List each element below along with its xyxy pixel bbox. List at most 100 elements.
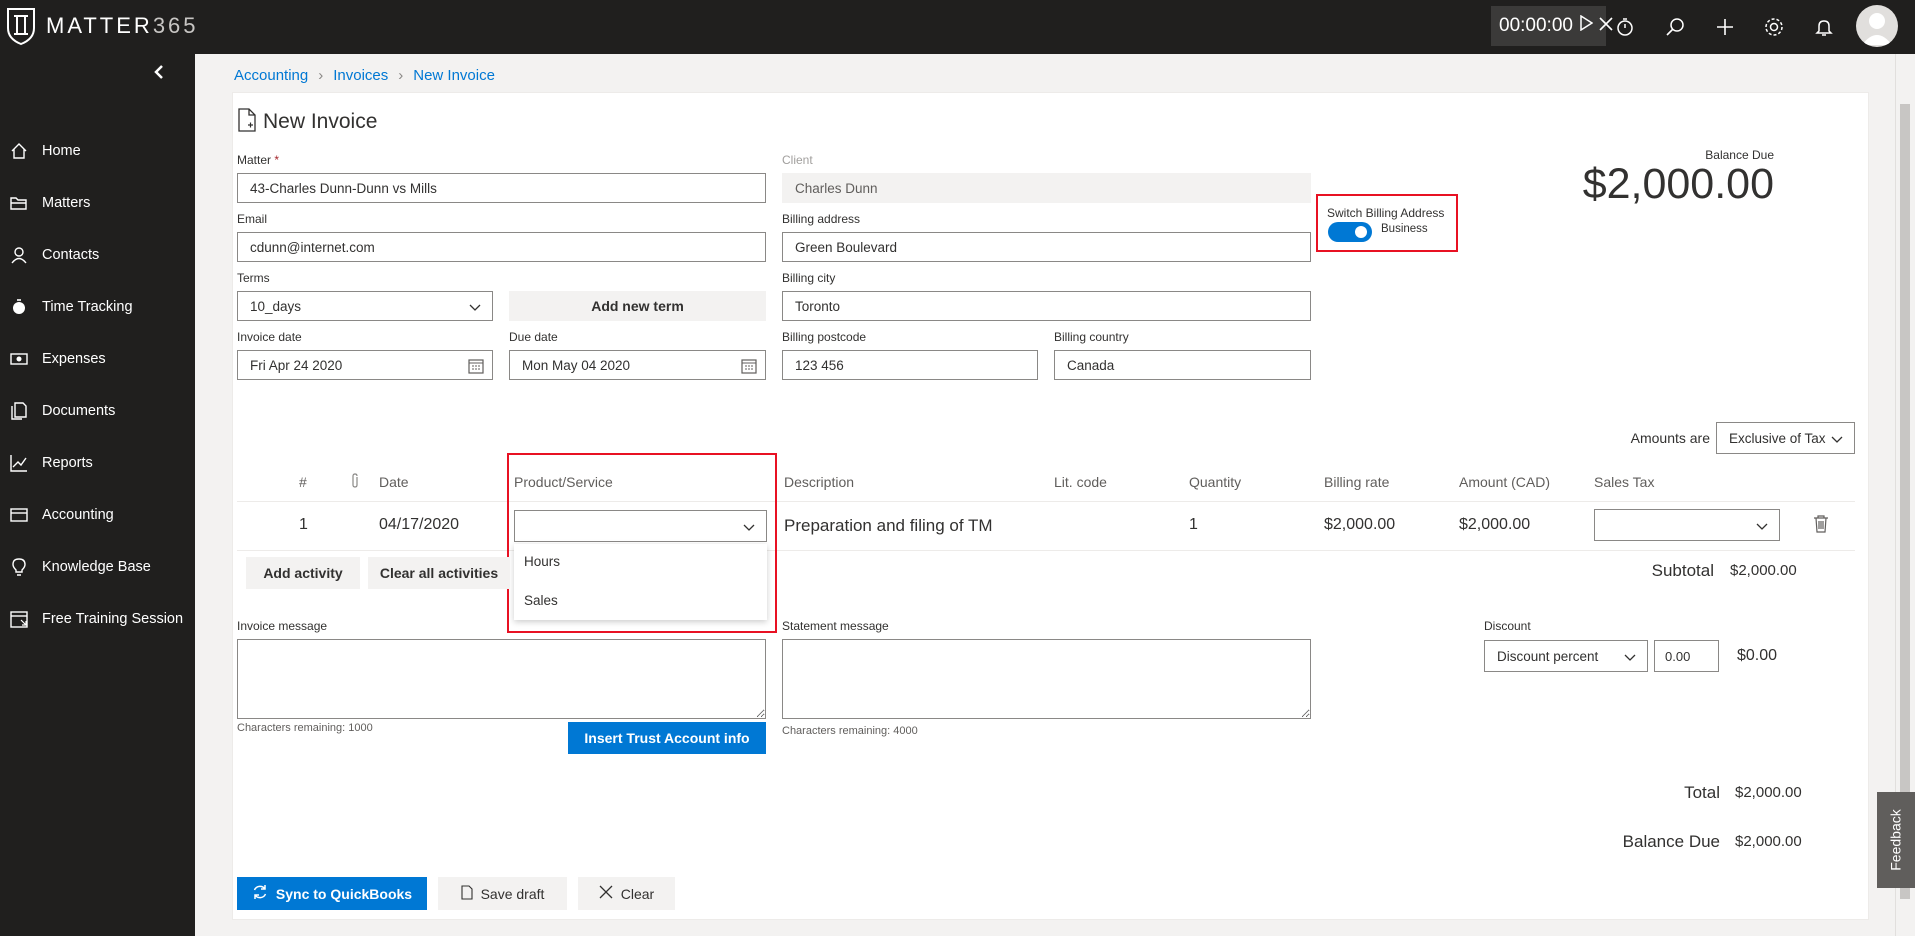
billing-city-value: Toronto [795, 298, 841, 314]
toggle-knob [1355, 226, 1367, 238]
sync-quickbooks-button[interactable]: Sync to QuickBooks [237, 877, 427, 910]
save-draft-button[interactable]: Save draft [438, 877, 567, 910]
billing-country-label: Billing country [1054, 330, 1129, 344]
breadcrumb-new-invoice[interactable]: New Invoice [413, 67, 495, 84]
required-mark: * [274, 153, 280, 167]
billing-address-value: Green Boulevard [795, 239, 898, 255]
clear-all-activities-button[interactable]: Clear all activities [368, 557, 510, 589]
sidebar-item-reports[interactable]: Reports [0, 443, 195, 483]
billing-city-input[interactable]: Toronto [782, 291, 1311, 321]
sidebar-item-matters[interactable]: Matters [0, 183, 195, 223]
billing-postcode-input[interactable]: 123 456 [782, 350, 1038, 380]
insert-trust-account-button[interactable]: Insert Trust Account info [568, 722, 766, 754]
wallet-icon [9, 505, 29, 525]
sidebar-item-accounting[interactable]: Accounting [0, 495, 195, 535]
gear-icon[interactable] [1760, 13, 1788, 41]
feedback-label: Feedback [1888, 809, 1905, 871]
logo-text[interactable]: MATTER365 [46, 13, 199, 39]
sidebar-item-documents[interactable]: Documents [0, 391, 195, 431]
invoice-date-value: Fri Apr 24 2020 [250, 357, 343, 373]
header-date: Date [379, 474, 409, 490]
invoice-date-label: Invoice date [237, 330, 302, 344]
logo-num: 365 [152, 13, 199, 38]
calendar-icon[interactable] [741, 358, 757, 374]
statement-message-input[interactable] [782, 639, 1311, 719]
total-label: Total [1684, 783, 1720, 802]
billing-country-input[interactable]: Canada [1054, 350, 1311, 380]
email-value: cdunn@internet.com [250, 239, 375, 255]
sidebar: Home Matters Contacts Time Tracking Expenses… [0, 54, 195, 936]
invoice-chars-remaining: Characters remaining: 1000 [237, 722, 373, 734]
email-input[interactable]: cdunn@internet.com [237, 232, 766, 262]
sidebar-item-label: Documents [42, 403, 116, 419]
row-billing-rate[interactable]: $2,000.00 [1324, 516, 1395, 534]
breadcrumb-accounting[interactable]: Accounting [234, 67, 308, 84]
due-date-input[interactable]: Mon May 04 2020 [509, 350, 766, 380]
row-description[interactable]: Preparation and filing of TM [784, 516, 993, 536]
feedback-tab[interactable]: Feedback [1877, 792, 1915, 888]
sales-tax-select[interactable] [1594, 509, 1780, 541]
stopwatch-icon[interactable] [1611, 13, 1639, 41]
subtotal-value: $2,000.00 [1730, 562, 1797, 579]
clear-button[interactable]: Clear [578, 877, 675, 910]
product-highlight-box [507, 453, 777, 633]
row-divider [237, 550, 1855, 551]
row-quantity[interactable]: 1 [1189, 516, 1198, 534]
discount-amount: $0.00 [1737, 647, 1778, 664]
matter-input[interactable]: 43-Charles Dunn-Dunn vs Mills [237, 173, 766, 203]
switch-billing-toggle[interactable] [1328, 222, 1372, 242]
terms-value: 10_days [250, 298, 302, 314]
sidebar-item-contacts[interactable]: Contacts [0, 235, 195, 275]
sidebar-item-knowledge-base[interactable]: Knowledge Base [0, 547, 195, 587]
calendar-icon[interactable] [468, 358, 484, 374]
chevron-down-icon [1755, 519, 1769, 533]
breadcrumb-separator-icon: › [318, 67, 324, 84]
discount-input-value: 0.00 [1665, 648, 1691, 664]
amounts-are-select[interactable]: Exclusive of Tax [1716, 422, 1855, 454]
play-icon[interactable] [1579, 14, 1594, 37]
invoice-message-input[interactable] [237, 639, 766, 719]
delete-row-icon[interactable] [1813, 515, 1829, 536]
total-value: $2,000.00 [1735, 784, 1802, 801]
invoice-date-input[interactable]: Fri Apr 24 2020 [237, 350, 493, 380]
terms-select[interactable]: 10_days [237, 291, 493, 321]
sidebar-item-time-tracking[interactable]: Time Tracking [0, 287, 195, 327]
client-input: Charles Dunn [782, 173, 1311, 203]
discount-input[interactable]: 0.00 [1654, 640, 1719, 672]
scrollbar-thumb[interactable] [1900, 104, 1910, 899]
invoice-message-label: Invoice message [237, 619, 328, 633]
avatar[interactable] [1856, 5, 1898, 47]
matter-label: Matter * [237, 153, 279, 167]
sidebar-item-free-training-session[interactable]: Free Training Session [0, 599, 195, 639]
subtotal-label: Subtotal [1651, 561, 1714, 580]
search-icon[interactable] [1661, 13, 1689, 41]
logo-shield-icon[interactable] [6, 6, 36, 46]
timer[interactable]: 00:00:00 [1491, 6, 1613, 46]
documents-icon [9, 401, 29, 421]
row-amount: $2,000.00 [1459, 516, 1531, 533]
billing-country-value: Canada [1067, 357, 1115, 373]
balance-due-label: Balance Due [1622, 832, 1720, 851]
bell-icon[interactable] [1810, 13, 1838, 41]
amounts-are-value: Exclusive of Tax [1729, 430, 1826, 446]
page-title: New Invoice [263, 110, 378, 133]
lightbulb-icon [9, 557, 29, 577]
sidebar-item-label: Time Tracking [42, 299, 133, 315]
add-new-term-button[interactable]: Add new term [509, 291, 766, 321]
add-activity-button[interactable]: Add activity [246, 557, 360, 589]
sidebar-item-expenses[interactable]: Expenses [0, 339, 195, 379]
switch-billing-label: Switch Billing Address [1327, 206, 1445, 220]
sidebar-item-home[interactable]: Home [0, 131, 195, 171]
collapse-chevron-icon[interactable] [152, 64, 172, 84]
discount-type-select[interactable]: Discount percent [1484, 640, 1648, 672]
breadcrumb-invoices[interactable]: Invoices [333, 67, 388, 84]
billing-address-input[interactable]: Green Boulevard [782, 232, 1311, 262]
row-date: 04/17/2020 [379, 516, 460, 533]
plus-icon[interactable] [1711, 13, 1739, 41]
row-num: 1 [299, 516, 308, 533]
breadcrumb: Accounting › Invoices › New Invoice [234, 67, 495, 84]
clear-label: Clear [620, 885, 655, 902]
money-icon [9, 349, 29, 369]
billing-city-label: Billing city [782, 271, 836, 285]
sync-icon [252, 884, 268, 903]
